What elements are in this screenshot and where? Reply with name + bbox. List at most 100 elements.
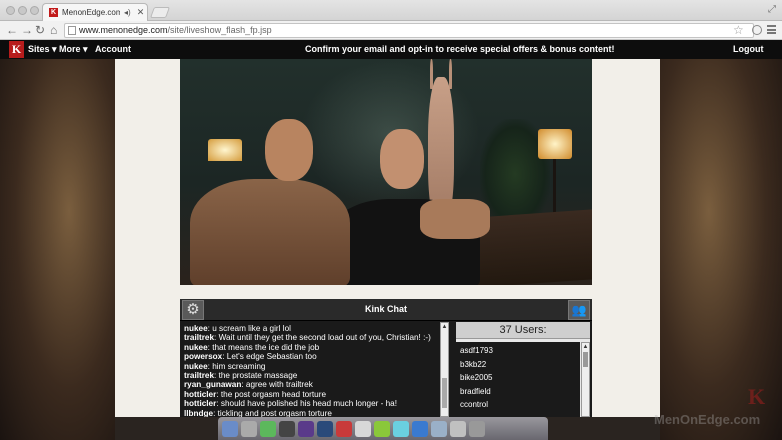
site-watermark: MenOnEdge.com <box>654 412 761 427</box>
chat-message: ryan_gunawan: agree with trailtrek <box>184 380 436 389</box>
chat-username[interactable]: hotticler <box>184 390 216 399</box>
folder-icon[interactable] <box>431 420 447 437</box>
chat-username[interactable]: nukee <box>184 324 208 333</box>
close-window-button[interactable] <box>6 6 15 15</box>
chat-header: Kink Chat ⚙ 👥 <box>180 299 592 321</box>
app-icon[interactable] <box>317 420 333 437</box>
chat-username[interactable]: trailtrek <box>184 333 214 342</box>
nav-sites[interactable]: Sites ▾ <box>28 44 57 55</box>
chat-username[interactable]: nukee <box>184 362 208 371</box>
chat-message: hotticler: should have polished his head… <box>184 399 436 408</box>
video-figure-arm <box>420 199 490 239</box>
url-host: www.menonedge.com <box>79 25 168 35</box>
logout-link[interactable]: Logout <box>733 44 764 54</box>
chat-text: : him screaming <box>207 361 266 371</box>
scroll-thumb[interactable] <box>583 352 588 367</box>
scroll-thumb[interactable] <box>442 378 447 408</box>
browser-menu-icon[interactable] <box>767 25 776 34</box>
zoom-window-button[interactable] <box>30 6 39 15</box>
speaker-icon[interactable]: ◂) <box>124 8 131 17</box>
calendar-icon[interactable] <box>336 420 352 437</box>
chat-message: trailtrek: the prostate massage <box>184 371 436 380</box>
video-figure-head <box>265 119 313 181</box>
app-icon[interactable] <box>298 420 314 437</box>
home-icon[interactable]: ⌂ <box>50 23 57 37</box>
user-list-item[interactable]: asdf1793 <box>460 346 576 360</box>
user-list-item[interactable]: b3kb22 <box>460 360 576 374</box>
video-lamp-stand <box>553 159 556 219</box>
scroll-up-icon[interactable]: ▲ <box>441 323 448 331</box>
app-icon[interactable] <box>241 420 257 437</box>
minimize-window-button[interactable] <box>18 6 27 15</box>
finder-icon[interactable] <box>222 420 238 437</box>
back-icon[interactable]: ← <box>6 23 18 37</box>
chat-scrollbar[interactable]: ▲ <box>440 322 449 417</box>
tab-close-icon[interactable]: ✕ <box>137 7 145 18</box>
chat-username[interactable]: llbndge <box>184 409 213 417</box>
chat-message: nukee: that means the ice did the job <box>184 343 436 352</box>
app-icon[interactable] <box>393 420 409 437</box>
tab-title: MenonEdge.com - Live <box>62 8 120 17</box>
user-list-item[interactable]: ccontrol <box>460 400 576 414</box>
fullscreen-icon[interactable]: ⤢ <box>768 4 776 15</box>
chat-text: : should have polished his head much lon… <box>216 399 398 409</box>
chat-username[interactable]: powersox <box>184 352 222 361</box>
chat-username[interactable]: hotticler <box>184 399 216 408</box>
site-logo[interactable]: K <box>9 41 24 58</box>
chat-username[interactable]: ryan_gunawan <box>184 380 241 389</box>
url-path: /site/liveshow_flash_fp.jsp <box>167 25 272 35</box>
trash-icon[interactable] <box>469 420 485 437</box>
chat-message: powersox: Let's edge Sebastian too <box>184 352 436 361</box>
chat-text: : the prostate massage <box>214 371 298 381</box>
video-figure-arm <box>449 59 452 89</box>
chat-text: : Wait until they get the second load ou… <box>214 333 431 343</box>
kink-chat: Kink Chat ⚙ 👥 nukee: u scream like a gir… <box>180 299 592 417</box>
video-figure-head <box>380 129 424 189</box>
new-tab-button[interactable] <box>149 7 171 18</box>
watermark-logo: K <box>748 384 766 409</box>
scroll-up-icon[interactable]: ▲ <box>582 343 589 351</box>
users-panel: 37 Users: asdf1793 b3kb22 bike2005 bradf… <box>456 322 590 417</box>
site-favicon-icon: K <box>49 8 58 17</box>
live-video-player[interactable] <box>180 59 592 285</box>
os-dock <box>218 417 548 440</box>
user-list-item[interactable]: bike2005 <box>460 373 576 387</box>
users-icon[interactable]: 👥 <box>568 300 590 320</box>
address-toolbar: ← → ↻ ⌂ www.menonedge.com/site/liveshow_… <box>0 21 782 40</box>
chat-message: nukee: him screaming <box>184 362 436 371</box>
chat-message: llbndge: tickling and post orgasm tortur… <box>184 409 436 417</box>
user-list-item[interactable]: bradfield <box>460 387 576 401</box>
chat-text: : tickling and post orgasm torture <box>213 408 332 417</box>
bookmark-star-icon[interactable]: ☆ <box>733 23 744 37</box>
video-figure-body <box>190 179 350 285</box>
chat-username[interactable]: nukee <box>184 343 208 352</box>
extension-icon[interactable] <box>752 25 762 35</box>
promo-message[interactable]: Confirm your email and opt-in to receive… <box>305 44 615 54</box>
chat-messages: nukee: u scream like a girl lol trailtre… <box>182 322 438 417</box>
video-lamp-right <box>538 129 572 159</box>
reload-icon[interactable]: ↻ <box>35 23 45 37</box>
forward-icon[interactable]: → <box>21 23 33 37</box>
app-icon[interactable] <box>279 420 295 437</box>
browser-tab[interactable]: K MenonEdge.com - Live ◂) ✕ <box>42 3 148 21</box>
document-icon[interactable] <box>450 420 466 437</box>
chat-text: : the post orgasm head torture <box>216 389 326 399</box>
app-icon[interactable] <box>355 420 371 437</box>
nav-more[interactable]: More ▾ <box>59 44 88 55</box>
nav-account[interactable]: Account <box>95 44 131 54</box>
app-icon[interactable] <box>374 420 390 437</box>
url-field[interactable]: www.menonedge.com/site/liveshow_flash_fp… <box>64 23 754 38</box>
chat-title: Kink Chat <box>364 304 407 314</box>
site-navigation: K Sites ▾ More ▾ Account Confirm your em… <box>0 40 782 59</box>
users-scrollbar[interactable]: ▲ <box>581 342 590 417</box>
browser-tab-bar: K MenonEdge.com - Live ◂) ✕ ⤢ <box>0 0 782 21</box>
chat-text: : that means the ice did the job <box>207 342 320 352</box>
app-icon[interactable] <box>412 420 428 437</box>
chat-text: : u scream like a girl lol <box>207 324 291 333</box>
chat-username[interactable]: trailtrek <box>184 371 214 380</box>
app-icon[interactable] <box>260 420 276 437</box>
gear-icon[interactable]: ⚙ <box>182 300 204 320</box>
background-left <box>0 59 115 440</box>
user-list: asdf1793 b3kb22 bike2005 bradfield ccont… <box>456 342 580 417</box>
video-lamp-left <box>208 139 242 161</box>
